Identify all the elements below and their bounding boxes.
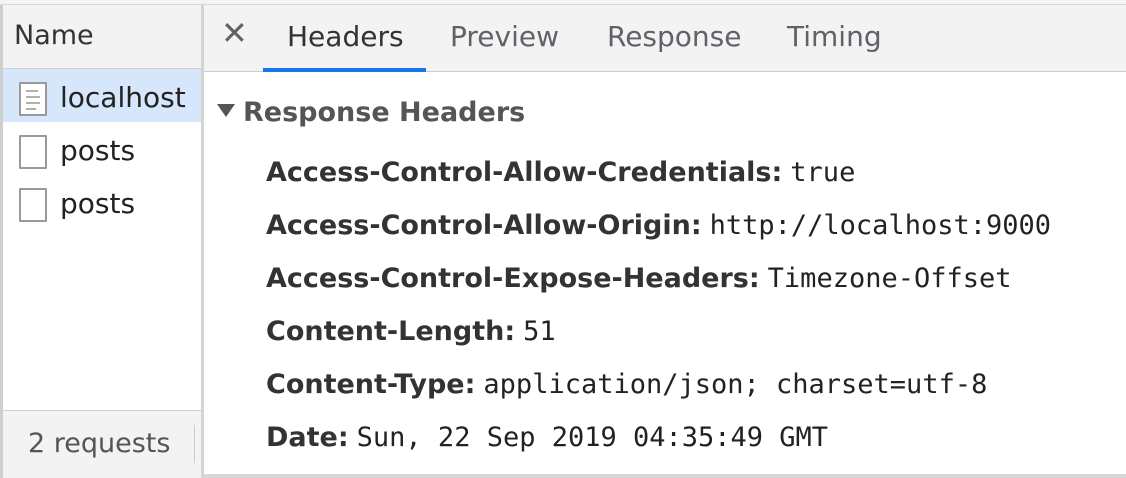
- tab-preview[interactable]: Preview: [450, 20, 559, 53]
- header-row: Content-Type: application/json; charset=u…: [266, 369, 987, 400]
- header-value: http://localhost:9000: [709, 210, 1051, 241]
- header-name: Access-Control-Allow-Credentials:: [266, 157, 783, 188]
- name-column-header[interactable]: Name: [3, 5, 201, 69]
- request-list: localhost posts posts: [3, 69, 201, 228]
- header-value: application/json; charset=utf-8: [483, 369, 988, 400]
- header-name: Access-Control-Expose-Headers:: [266, 263, 760, 294]
- header-row: Access-Control-Expose-Headers: Timezone-O…: [266, 263, 1012, 294]
- tab-timing[interactable]: Timing: [787, 20, 882, 53]
- header-row: Access-Control-Allow-Credentials: true: [266, 157, 855, 188]
- request-name: posts: [60, 187, 136, 220]
- request-name: localhost: [60, 81, 186, 114]
- document-icon: [19, 82, 47, 116]
- header-value: true: [790, 157, 856, 188]
- header-name: Date:: [266, 422, 349, 453]
- header-name: Content-Type:: [266, 369, 476, 400]
- collapse-triangle-icon: [217, 104, 235, 117]
- request-summary-bar: 2 requests: [3, 410, 201, 478]
- request-item-posts[interactable]: posts: [3, 122, 201, 175]
- header-value: 51: [523, 316, 556, 347]
- header-name: Access-Control-Allow-Origin:: [266, 210, 702, 241]
- blank-file-icon: [19, 135, 47, 169]
- header-row: Content-Length: 51: [266, 316, 556, 347]
- response-headers-toggle[interactable]: Response Headers: [217, 97, 525, 128]
- header-value: Sun, 22 Sep 2019 04:35:49 GMT: [356, 422, 829, 453]
- close-icon[interactable]: ✕: [221, 17, 248, 49]
- details-tabbar: ✕ Headers Preview Response Timing: [204, 5, 1126, 72]
- blank-file-icon: [19, 188, 47, 222]
- header-value: Timezone-Offset: [767, 263, 1012, 294]
- request-details-pane: ✕ Headers Preview Response Timing Respon…: [204, 5, 1126, 478]
- name-column-label: Name: [14, 20, 94, 51]
- bottom-border: [204, 474, 1126, 478]
- status-separator: [194, 425, 195, 463]
- request-item-localhost[interactable]: localhost: [3, 69, 201, 122]
- section-title: Response Headers: [243, 97, 526, 128]
- request-count: 2 requests: [28, 428, 171, 459]
- tab-headers[interactable]: Headers: [287, 20, 404, 53]
- header-name: Content-Length:: [266, 316, 516, 347]
- tab-response[interactable]: Response: [607, 20, 741, 53]
- headers-content: Response Headers Access-Control-Allow-Cr…: [204, 72, 1126, 478]
- request-name: posts: [60, 134, 136, 167]
- request-list-pane: Name localhost posts posts 2 requests: [0, 5, 201, 478]
- header-row: Date: Sun, 22 Sep 2019 04:35:49 GMT: [266, 422, 828, 453]
- header-row: Access-Control-Allow-Origin: http://local…: [266, 210, 1051, 241]
- request-item-posts[interactable]: posts: [3, 175, 201, 228]
